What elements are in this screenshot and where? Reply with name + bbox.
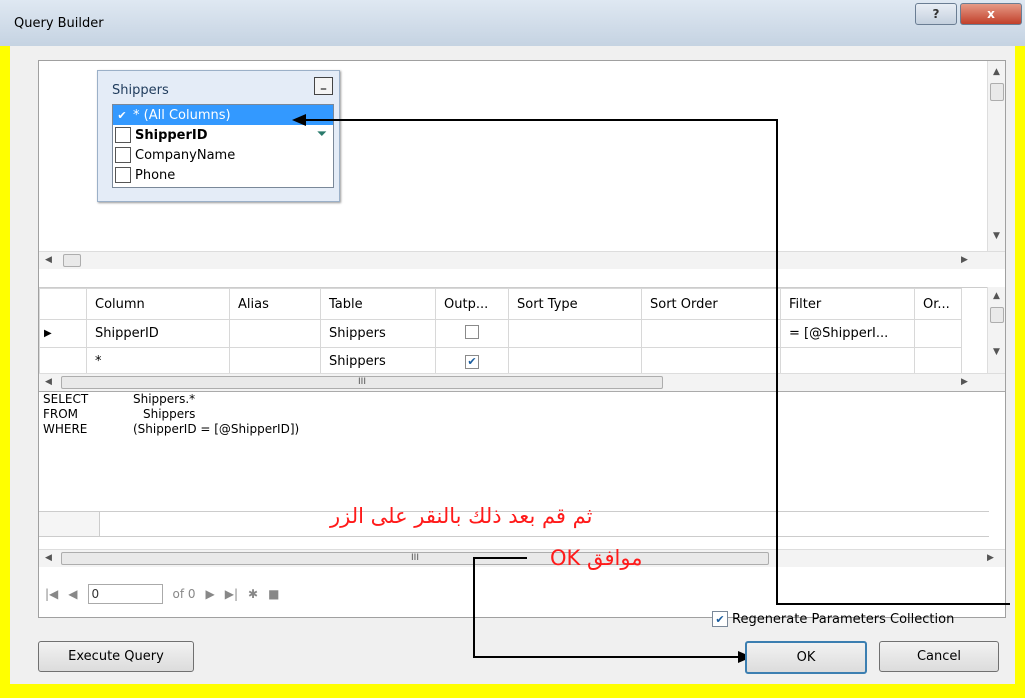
dialog-body: Shippers _ ✔ * (All Columns) ShipperID ⏷ [10,46,1015,684]
ok-button[interactable]: OK [745,641,867,674]
regenerate-parameters-option[interactable]: ✔ Regenerate Parameters Collection [710,611,954,627]
window-title: Query Builder [14,16,104,31]
arrow-line-to-all-columns [302,119,1010,605]
help-button[interactable]: ? [915,3,957,25]
query-builder-window: Query Builder ? x Shippers _ ✔ * (All Co… [0,0,1025,698]
cancel-button[interactable]: Cancel [879,641,999,672]
regenerate-label: Regenerate Parameters Collection [732,611,955,627]
arrowhead-icon [292,114,306,126]
arrow-line-to-ok [473,557,740,658]
annotation-arrows [292,114,1010,663]
title-bar: Query Builder ? x [0,0,1025,46]
close-button[interactable]: x [960,3,1022,25]
regenerate-checkbox[interactable]: ✔ [712,611,728,627]
execute-query-button[interactable]: Execute Query [38,641,194,672]
